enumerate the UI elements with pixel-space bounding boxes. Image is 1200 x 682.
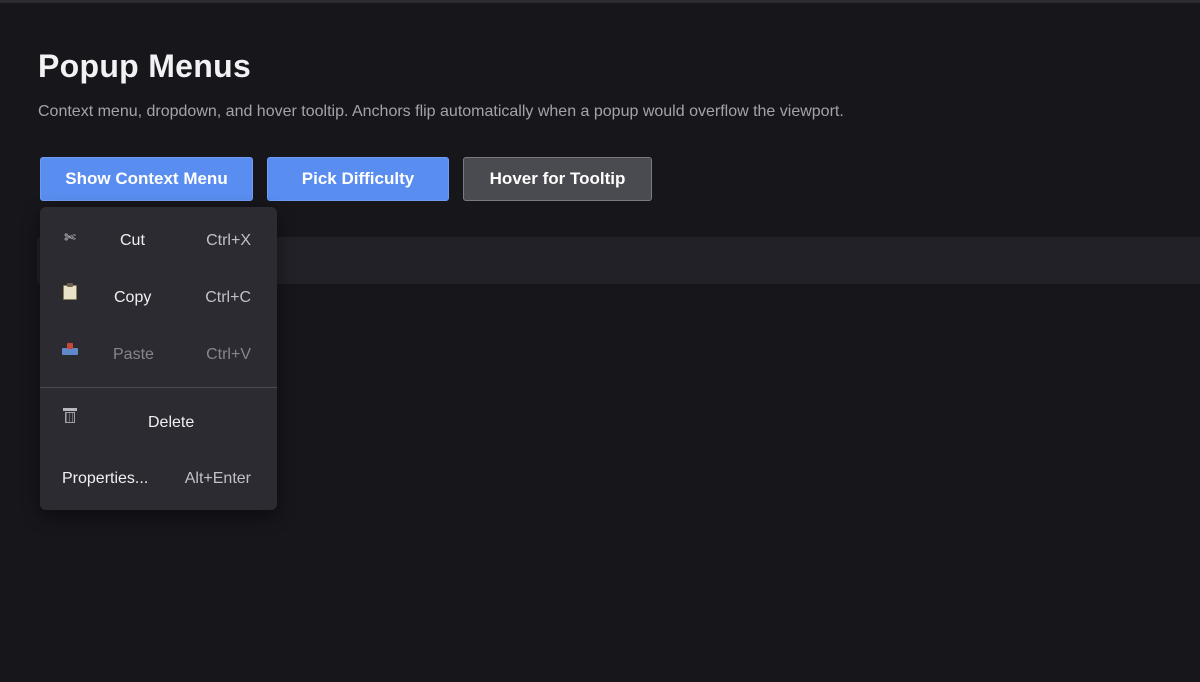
- scissors-icon: ✄: [64, 229, 76, 245]
- context-menu: ✄ Cut Ctrl+X Copy Ctrl+C Paste Ctrl+V De…: [40, 207, 277, 510]
- menu-item-paste: Paste Ctrl+V: [40, 326, 277, 383]
- inbox-tray-icon: [62, 343, 78, 355]
- pick-difficulty-button[interactable]: Pick Difficulty: [267, 157, 449, 201]
- menu-item-label: Copy: [114, 289, 152, 306]
- menu-item-properties[interactable]: Properties... Alt+Enter: [40, 450, 277, 507]
- show-context-menu-button[interactable]: Show Context Menu: [40, 157, 253, 201]
- menu-item-shortcut: Ctrl+C: [205, 289, 251, 306]
- page-subtitle: Context menu, dropdown, and hover toolti…: [38, 103, 844, 120]
- menu-item-shortcut: Alt+Enter: [184, 470, 251, 487]
- menu-item-copy[interactable]: Copy Ctrl+C: [40, 269, 277, 326]
- wastebasket-icon: [63, 408, 77, 423]
- menu-item-cut[interactable]: ✄ Cut Ctrl+X: [40, 212, 277, 269]
- menu-item-label: Cut: [120, 232, 145, 249]
- menu-item-label: Delete: [148, 414, 195, 431]
- menu-item-delete[interactable]: Delete: [40, 394, 277, 451]
- page-title: Popup Menus: [38, 48, 252, 84]
- menu-item-label: Properties...: [62, 470, 149, 487]
- menu-divider: [40, 387, 277, 388]
- hover-tooltip-button[interactable]: Hover for Tooltip: [463, 157, 652, 201]
- top-border: [0, 0, 1200, 3]
- menu-item-shortcut: Ctrl+X: [206, 232, 251, 249]
- menu-item-label: Paste: [113, 346, 154, 363]
- menu-item-shortcut: Ctrl+V: [206, 346, 251, 363]
- clipboard-icon: [63, 283, 77, 300]
